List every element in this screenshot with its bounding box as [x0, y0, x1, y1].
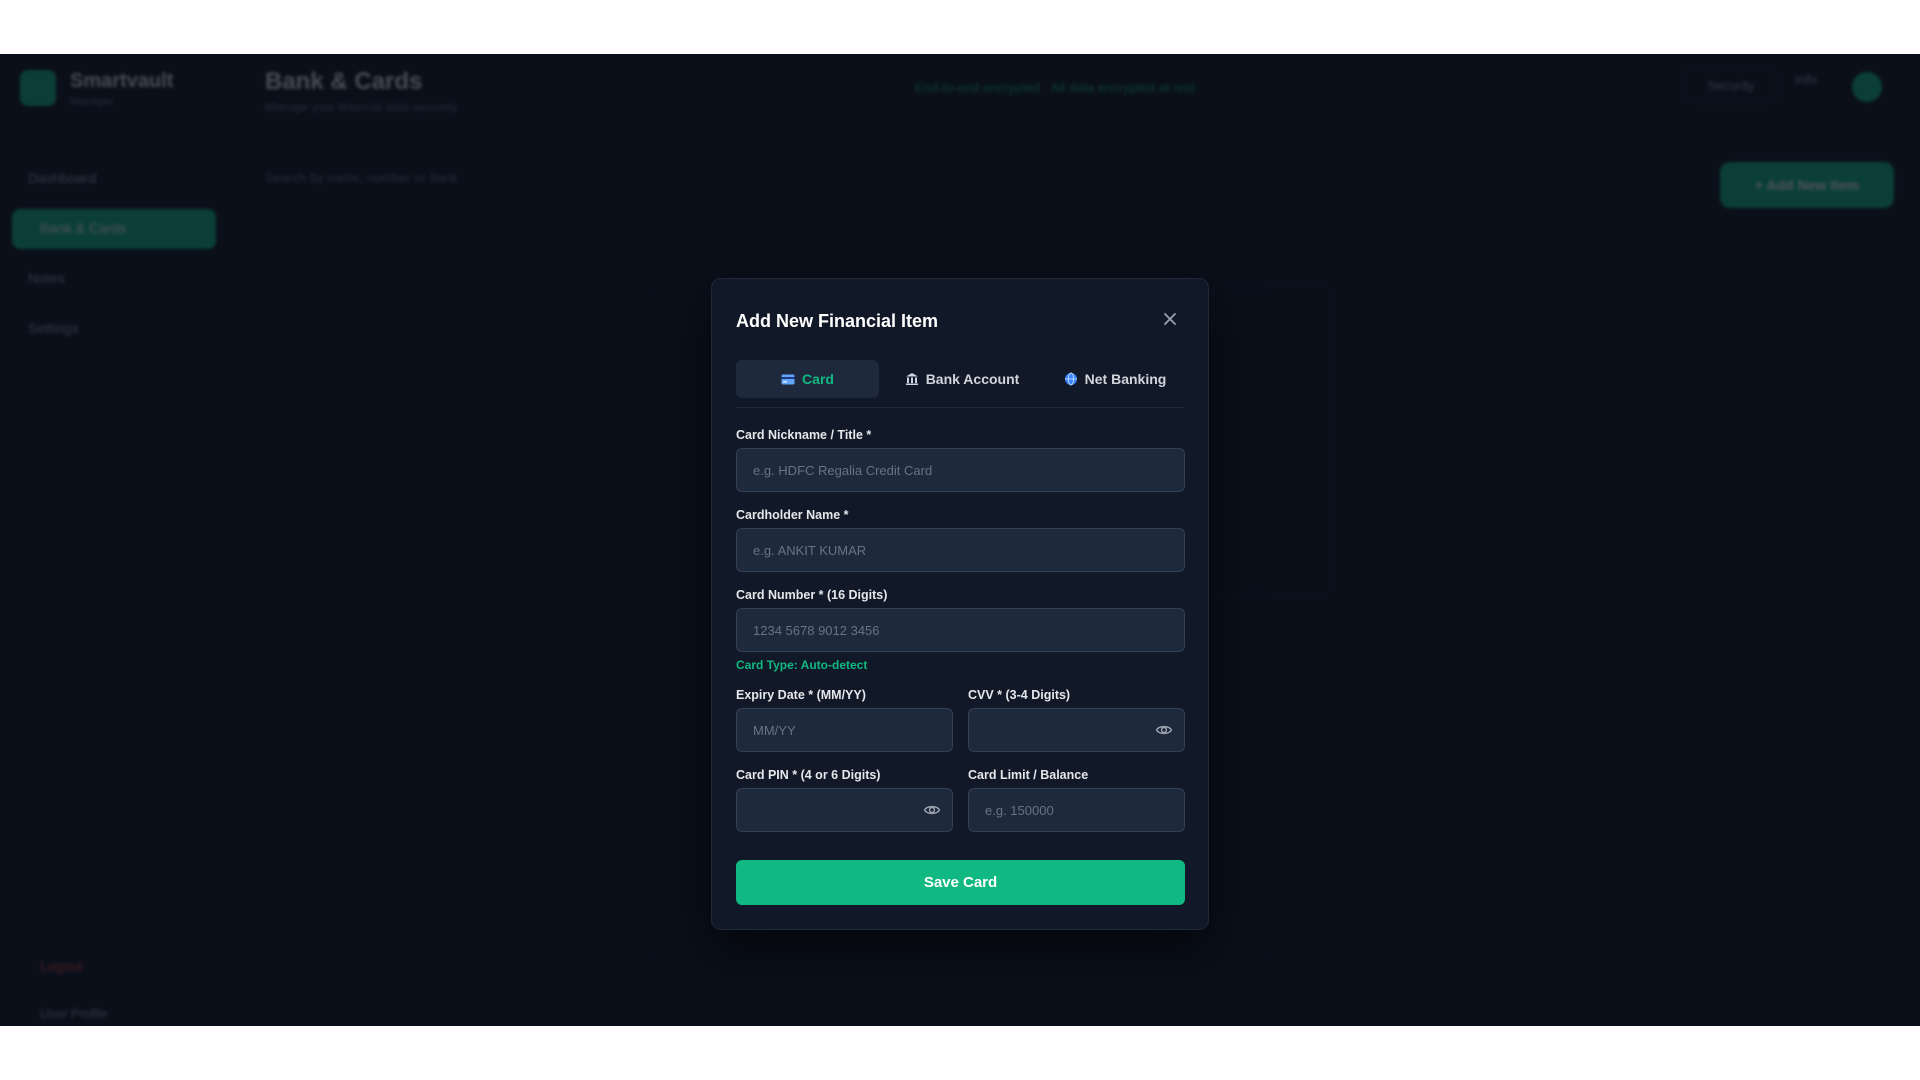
tab-net-banking[interactable]: Net Banking	[1045, 360, 1185, 398]
globe-icon	[1064, 372, 1077, 386]
card-preview-panel	[1212, 284, 1334, 596]
nickname-field-group: Card Nickname / Title *	[736, 428, 1185, 508]
sidebar-item-bank-cards[interactable]: Bank & Cards	[40, 220, 126, 236]
cvv-label: CVV * (3-4 Digits)	[968, 688, 1071, 702]
search-input[interactable]: Search by name, number or bank	[265, 170, 458, 185]
sidebar-item-notes[interactable]: Notes	[28, 270, 65, 286]
page-subtitle: Manage your financial data securely	[265, 100, 458, 114]
add-financial-item-modal: Add New Financial Item Card Bank Account…	[711, 278, 1209, 930]
logout-button[interactable]: Logout	[40, 958, 83, 974]
limit-input[interactable]	[968, 788, 1185, 832]
logo-subtitle: Manager	[70, 96, 114, 108]
page-title: Bank & Cards	[265, 68, 423, 95]
card-number-input[interactable]	[736, 608, 1185, 652]
add-new-item-button[interactable]: + Add New Item	[1720, 162, 1894, 208]
modal-title: Add New Financial Item	[736, 311, 939, 331]
close-icon	[1164, 313, 1176, 325]
avatar[interactable]	[1852, 72, 1882, 102]
tab-card[interactable]: Card	[736, 360, 879, 398]
eye-icon[interactable]	[1155, 721, 1173, 739]
item-type-tabs: Card Bank Account Net Banking	[736, 357, 1185, 408]
expiry-label: Expiry Date * (MM/YY)	[736, 688, 866, 702]
logo-icon	[20, 70, 56, 106]
logo-title: Smartvault	[70, 70, 174, 92]
security-button[interactable]: Security	[1685, 68, 1777, 104]
cardholder-field-group: Cardholder Name *	[736, 508, 1185, 588]
cvv-field-group: CVV * (3-4 Digits)	[968, 688, 1185, 768]
tab-bank-account-label: Bank Account	[925, 371, 1020, 387]
card-type-hint: Card Type: Auto-detect	[736, 658, 868, 672]
sidebar-item-dashboard[interactable]: Dashboard	[28, 170, 97, 186]
pin-input[interactable]	[736, 788, 953, 832]
pin-field-group: Card PIN * (4 or 6 Digits)	[736, 768, 953, 848]
close-button[interactable]	[1160, 309, 1180, 329]
sidebar-item-settings[interactable]: Settings	[28, 320, 79, 336]
eye-icon[interactable]	[923, 801, 941, 819]
card-number-label: Card Number * (16 Digits)	[736, 588, 888, 602]
tab-bank-account[interactable]: Bank Account	[879, 360, 1045, 398]
cardholder-label: Cardholder Name *	[736, 508, 849, 522]
encryption-note: End-to-end encrypted · All data encrypte…	[915, 80, 1195, 95]
info-button[interactable]: Info	[1795, 72, 1817, 87]
expiry-field-group: Expiry Date * (MM/YY)	[736, 688, 953, 768]
expiry-input[interactable]	[736, 708, 953, 752]
save-card-button[interactable]: Save Card	[736, 860, 1185, 905]
bank-icon	[905, 373, 918, 385]
credit-card-icon	[781, 374, 795, 384]
card-number-field-group: Card Number * (16 Digits)	[736, 588, 1185, 668]
user-profile[interactable]: User Profile	[40, 1006, 108, 1021]
tab-card-label: Card	[802, 371, 834, 387]
nickname-label: Card Nickname / Title *	[736, 428, 872, 442]
limit-label: Card Limit / Balance	[968, 768, 1089, 782]
nickname-input[interactable]	[736, 448, 1185, 492]
pin-label: Card PIN * (4 or 6 Digits)	[736, 768, 881, 782]
cardholder-input[interactable]	[736, 528, 1185, 572]
limit-field-group: Card Limit / Balance	[968, 768, 1185, 848]
app-window: Smartvault Manager Bank & Cards Manage y…	[0, 54, 1920, 1026]
tab-net-banking-label: Net Banking	[1084, 371, 1167, 387]
cvv-input[interactable]	[968, 708, 1185, 752]
